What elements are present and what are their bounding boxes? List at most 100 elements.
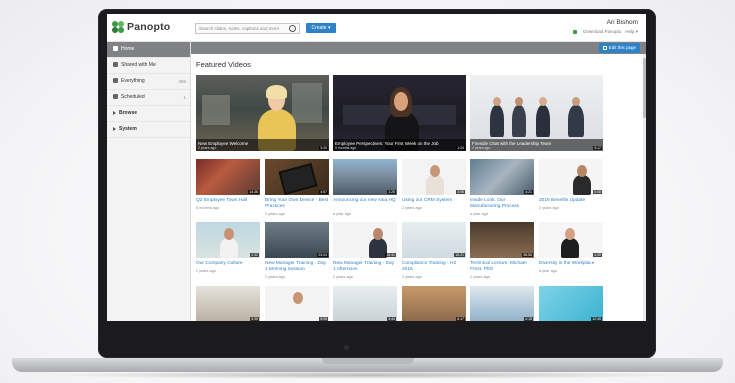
item-count: 396 — [178, 79, 186, 84]
video-duration: 23:04 — [317, 253, 328, 257]
laptop-notch — [322, 358, 414, 364]
sidebar-item-system[interactable]: System — [107, 122, 190, 138]
edit-page-button[interactable]: Edit this page — [598, 43, 640, 53]
video-title[interactable]: Technical Lecture: Michael Frost, PhD — [470, 261, 534, 273]
video-age: a year ago — [470, 212, 488, 216]
download-link[interactable]: Download Panopto — [583, 29, 621, 34]
help-link[interactable]: Help ▾ — [625, 29, 638, 34]
video-thumb[interactable]: 5:08 — [539, 159, 603, 195]
clock-icon — [113, 94, 118, 100]
video-title[interactable]: Bring Your Own Device - Best Practices — [265, 198, 329, 210]
video-duration: 12:45 — [591, 317, 602, 321]
video-duration: 5:08 — [319, 317, 328, 321]
user-menu[interactable]: Ari Bishom Download Panopto Help ▾ — [569, 19, 638, 35]
video-age: 2 years ago — [196, 269, 216, 273]
caret-right-icon — [113, 110, 116, 115]
laptop-shadow — [40, 371, 695, 379]
video-age: 2 years ago — [402, 206, 422, 210]
video-duration: 38:56 — [522, 253, 533, 257]
video-title[interactable]: Our Company Culture — [196, 261, 260, 267]
featured-title: Featured Videos — [196, 60, 251, 69]
video-title[interactable]: New Manager Training - Day 1 Morning Ses… — [265, 261, 329, 273]
video-duration: 14:36 — [248, 190, 259, 194]
video-duration: 3:55 — [456, 190, 465, 194]
sidebar-item-shared[interactable]: Shared with Me — [107, 58, 190, 74]
sidebar-item-label: Everything — [121, 78, 145, 84]
video-title[interactable]: Inside Look: Our Manufacturing Process — [470, 198, 534, 210]
sidebar-item-home[interactable]: Home — [107, 42, 190, 58]
video-thumb[interactable]: 1:25 — [333, 159, 397, 195]
video-thumb[interactable]: 14:36 — [196, 159, 260, 195]
video-age: 2 years ago — [333, 275, 353, 279]
sidebar-item-scheduled[interactable]: Scheduled 1 — [107, 90, 190, 106]
featured-video-2[interactable]: Employee Perspectives: Your First Week o… — [333, 75, 466, 151]
video-duration: 3:20 — [319, 146, 328, 150]
video-thumb[interactable]: 2:15 — [470, 286, 534, 321]
video-title[interactable]: Announcing our new Asia HQ — [333, 198, 397, 204]
video-age: a year ago — [539, 269, 557, 273]
search-input[interactable]: Search slides, notes, captions and more — [195, 23, 300, 34]
scrollbar[interactable] — [643, 54, 646, 321]
panopto-logo[interactable]: Panopto — [112, 21, 170, 33]
video-age: 2 years ago — [402, 275, 422, 279]
sidebar-item-everything[interactable]: Everything 396 — [107, 74, 190, 90]
video-duration: 4:21 — [524, 190, 533, 194]
video-thumb[interactable]: 2:32 — [196, 222, 260, 258]
video-thumb[interactable]: 4:30 — [539, 222, 603, 258]
scrollbar-thumb[interactable] — [643, 58, 646, 118]
search-placeholder: Search slides, notes, captions and more — [199, 26, 280, 31]
video-thumb[interactable]: 3:44 — [333, 286, 397, 321]
featured-video-1[interactable]: New Employee Welcome 2 years ago 3:20 — [196, 75, 329, 151]
video-title[interactable]: Diversity in the Workplace — [539, 261, 603, 267]
video-duration: 5:08 — [593, 190, 602, 194]
create-button[interactable]: Create ▾ — [306, 23, 336, 33]
webcam — [344, 345, 349, 350]
sidebar-item-label: Shared with Me — [121, 62, 156, 68]
video-title[interactable]: Compliance Training - H2 2016 — [402, 261, 466, 273]
video-age: 2 years ago — [470, 275, 490, 279]
video-age: 6 months ago — [196, 206, 220, 210]
featured-video-3[interactable]: Fireside Chat with the Leadership Team 2… — [470, 75, 603, 151]
share-icon — [113, 62, 118, 68]
sidebar-item-label: Browse — [119, 110, 138, 116]
video-title[interactable]: Using our CRM System — [402, 198, 466, 204]
video-thumb[interactable]: 15:41 — [333, 222, 397, 258]
sidebar: Home Shared with Me Everything 396 Schedu… — [107, 42, 191, 321]
video-age: 2 years ago — [472, 146, 491, 150]
video-thumb[interactable]: 5:35 — [196, 286, 260, 321]
video-thumb[interactable]: 4:21 — [470, 159, 534, 195]
list-icon — [113, 78, 118, 84]
logo-text: Panopto — [127, 21, 171, 33]
video-duration: 2:15 — [524, 317, 533, 321]
video-age: 2 years ago — [265, 212, 285, 216]
video-thumb[interactable]: 38:56 — [470, 222, 534, 258]
video-thumb[interactable]: 12:45 — [539, 286, 603, 321]
video-age: a year ago — [333, 212, 351, 216]
video-duration: 15:41 — [385, 253, 396, 257]
video-title[interactable]: Q2 Employee Town Hall — [196, 198, 260, 204]
video-thumb[interactable]: 6:17 — [402, 286, 466, 321]
sidebar-item-label: Home — [121, 46, 135, 52]
video-duration: 3:17 — [593, 146, 602, 150]
video-duration: 3:44 — [387, 317, 396, 321]
video-duration: 1:24 — [456, 146, 465, 150]
video-title[interactable]: 2016 Benefits Update — [539, 198, 603, 204]
video-title[interactable]: New Manager Training - Day 1 Afternoon — [333, 261, 397, 273]
sidebar-item-label: Scheduled — [121, 94, 145, 100]
video-thumb[interactable]: 3:55 — [402, 159, 466, 195]
sidebar-item-browse[interactable]: Browse — [107, 106, 190, 122]
page-toolbar: Edit this page — [191, 42, 646, 54]
video-age: 2 years ago — [265, 275, 285, 279]
video-thumb[interactable]: 4:57 — [265, 159, 329, 195]
video-thumb[interactable]: 5:08 — [265, 286, 329, 321]
user-name[interactable]: Ari Bishom — [569, 19, 638, 26]
video-duration: 6:17 — [456, 317, 465, 321]
app-header: Panopto Search slides, notes, captions a… — [107, 14, 646, 42]
download-icon — [573, 29, 578, 34]
search-icon[interactable] — [289, 25, 296, 32]
item-count: 1 — [183, 95, 186, 100]
video-age: 2 years ago — [198, 146, 217, 150]
video-thumb[interactable]: 18:21 — [402, 222, 466, 258]
video-thumb[interactable]: 23:04 — [265, 222, 329, 258]
user-links: Download Panopto Help ▾ — [569, 29, 638, 35]
